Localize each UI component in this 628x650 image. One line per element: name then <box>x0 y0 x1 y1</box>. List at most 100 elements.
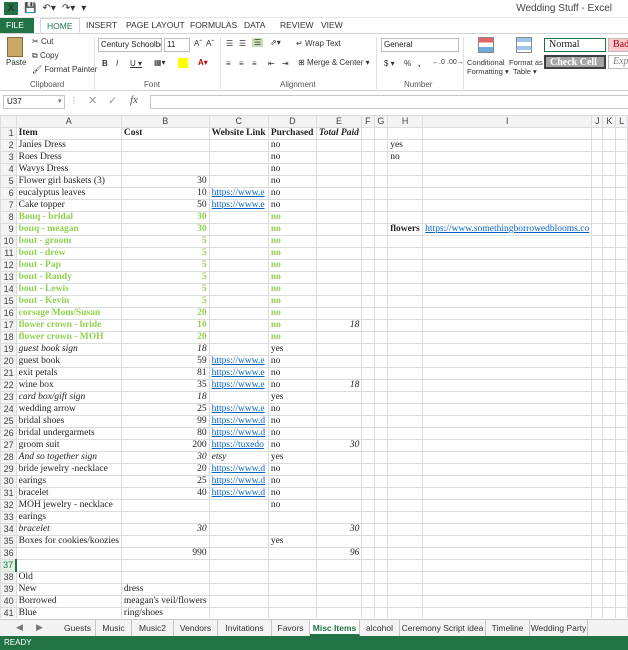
cell-e[interactable] <box>315 403 363 416</box>
cell-f[interactable] <box>361 571 375 584</box>
cell-j[interactable] <box>591 355 604 368</box>
tab-file[interactable]: FILE <box>0 18 34 33</box>
sheet-tab-invitations[interactable]: Invitations <box>218 620 272 636</box>
cell-c[interactable] <box>208 559 269 572</box>
cell-a[interactable]: bridal undergarmets <box>15 427 122 440</box>
cell-i[interactable] <box>422 511 593 524</box>
cell-l[interactable] <box>615 451 628 464</box>
cell-g[interactable] <box>373 391 389 404</box>
decrease-decimal-icon[interactable]: .00→ <box>447 59 464 66</box>
cell-d[interactable]: yes <box>267 451 317 464</box>
cell-j[interactable] <box>591 403 604 416</box>
cell-e[interactable] <box>315 583 363 596</box>
cell-g[interactable] <box>373 463 389 476</box>
cell-e[interactable] <box>315 259 363 272</box>
row-header[interactable]: 7 <box>0 199 17 212</box>
cell-i[interactable] <box>422 547 593 560</box>
cell-g[interactable] <box>373 175 389 188</box>
cell-l[interactable] <box>615 355 628 368</box>
row-header[interactable]: 11 <box>0 247 17 260</box>
cell-a[interactable]: Borrowed <box>15 595 122 608</box>
cell-j[interactable] <box>591 199 604 212</box>
column-header-e[interactable]: E <box>315 115 363 128</box>
cell-d[interactable]: no <box>267 475 317 488</box>
cell-c[interactable] <box>208 163 269 176</box>
cell-l[interactable] <box>615 547 628 560</box>
row-header[interactable]: 16 <box>0 307 17 320</box>
cell-f[interactable] <box>361 139 375 152</box>
cell-a[interactable]: Flower girl baskets (3) <box>15 175 122 188</box>
row-header[interactable]: 27 <box>0 439 17 452</box>
save-icon[interactable]: 💾 <box>24 3 36 14</box>
cell-j[interactable] <box>591 283 604 296</box>
cell-g[interactable] <box>373 547 389 560</box>
grow-font-icon[interactable]: Aˆ <box>194 39 202 48</box>
conditional-formatting-button-line2[interactable]: Formatting ▾ <box>467 67 509 76</box>
cell-h[interactable] <box>387 343 424 356</box>
tab-review[interactable]: REVIEW <box>274 18 320 33</box>
cell-c[interactable] <box>208 175 269 188</box>
cell-g[interactable] <box>373 367 389 380</box>
cell-h[interactable] <box>387 511 424 524</box>
cell-g[interactable] <box>373 295 389 308</box>
cell-k[interactable] <box>602 343 617 356</box>
cell-l[interactable] <box>615 283 628 296</box>
cell-k[interactable] <box>602 319 617 332</box>
row-header[interactable]: 8 <box>0 211 17 224</box>
formula-input[interactable] <box>150 95 628 109</box>
cell-l[interactable] <box>615 523 628 536</box>
cell-h[interactable] <box>387 163 424 176</box>
cell-j[interactable] <box>591 127 604 140</box>
cell-l[interactable] <box>615 379 628 392</box>
cell-l[interactable] <box>615 307 628 320</box>
cell-b[interactable] <box>120 535 210 548</box>
cell-b[interactable]: 990 <box>120 547 210 560</box>
percent-button[interactable]: % <box>404 59 411 68</box>
cell-h[interactable] <box>387 127 424 140</box>
tab-insert[interactable]: INSERT <box>80 18 123 33</box>
cell-l[interactable] <box>615 595 628 608</box>
cell-c[interactable] <box>208 247 269 260</box>
cell-k[interactable] <box>602 439 617 452</box>
cell-f[interactable] <box>361 355 375 368</box>
cell-h[interactable] <box>387 355 424 368</box>
cell-c[interactable] <box>208 535 269 548</box>
cell-l[interactable] <box>615 439 628 452</box>
cell-h[interactable] <box>387 319 424 332</box>
cell-f[interactable] <box>361 319 375 332</box>
cell-e[interactable] <box>315 487 363 500</box>
style-bad[interactable]: Bad <box>608 38 628 52</box>
cell-l[interactable] <box>615 223 628 236</box>
cell-l[interactable] <box>615 211 628 224</box>
insert-function-icon[interactable]: fx <box>130 94 138 106</box>
cell-k[interactable] <box>602 367 617 380</box>
column-header-l[interactable]: L <box>615 115 628 128</box>
paste-icon[interactable] <box>7 37 23 57</box>
cell-c[interactable] <box>208 331 269 344</box>
cell-i[interactable] <box>422 391 593 404</box>
cell-l[interactable] <box>615 403 628 416</box>
cell-h[interactable] <box>387 415 424 428</box>
cell-l[interactable] <box>615 247 628 260</box>
cell-d[interactable]: no <box>267 307 317 320</box>
cell-l[interactable] <box>615 571 628 584</box>
cell-j[interactable] <box>591 319 604 332</box>
cell-e[interactable]: Total Paid <box>315 127 363 140</box>
cell-d[interactable]: no <box>267 427 317 440</box>
cell-k[interactable] <box>602 331 617 344</box>
cell-b[interactable]: 5 <box>120 235 210 248</box>
cell-a[interactable]: wine box <box>15 379 122 392</box>
cell-a[interactable]: Roes Dress <box>15 151 122 164</box>
cell-b[interactable]: 20 <box>120 331 210 344</box>
cell-f[interactable] <box>361 427 375 440</box>
cell-e[interactable] <box>315 475 363 488</box>
row-header[interactable]: 9 <box>0 223 17 236</box>
cell-i[interactable] <box>422 571 593 584</box>
cell-d[interactable]: yes <box>267 535 317 548</box>
cell-d[interactable]: no <box>267 187 317 200</box>
cell-i[interactable] <box>422 199 593 212</box>
column-header-a[interactable]: A <box>15 115 122 128</box>
cell-f[interactable] <box>361 511 375 524</box>
cell-h[interactable] <box>387 307 424 320</box>
cell-e[interactable] <box>315 499 363 512</box>
